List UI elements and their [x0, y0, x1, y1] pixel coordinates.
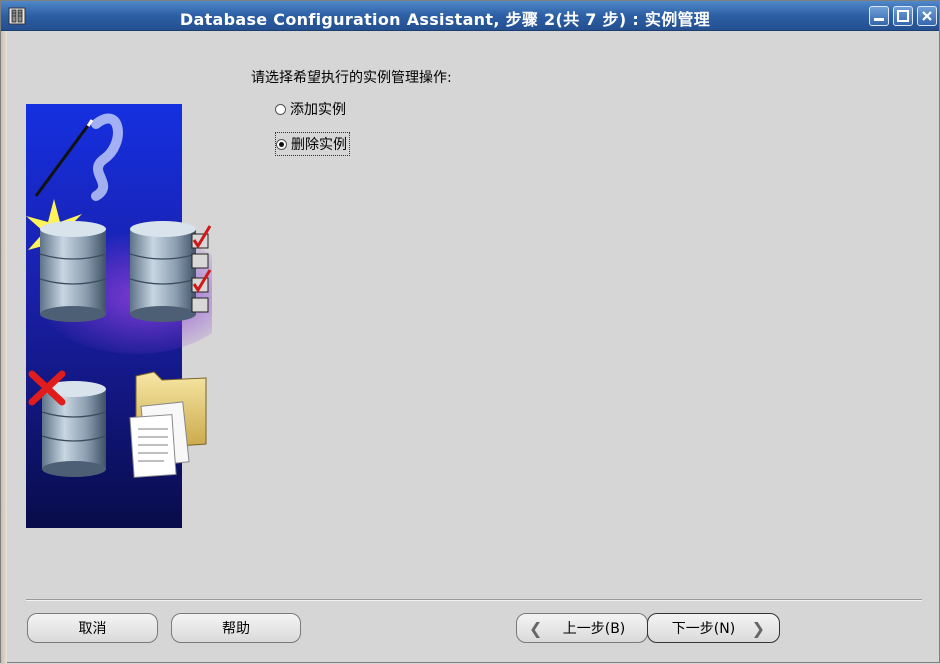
- maximize-icon: [897, 10, 909, 22]
- radio-button[interactable]: [275, 103, 286, 115]
- option-label: 删除实例: [291, 137, 347, 153]
- dialog-window: Database Configuration Assistant, 步骤 2(共…: [0, 0, 940, 664]
- option-label: 添加实例: [290, 102, 346, 118]
- back-button[interactable]: ❮ 上一步(B): [516, 613, 648, 643]
- close-button[interactable]: [917, 6, 937, 26]
- minimize-icon: [874, 18, 884, 21]
- cancel-label: 取消: [78, 621, 107, 637]
- help-button[interactable]: 帮助: [171, 613, 301, 643]
- minimize-button[interactable]: [869, 6, 889, 26]
- option-add-instance[interactable]: 添加实例: [275, 98, 346, 120]
- back-label: 上一步(B): [562, 621, 626, 637]
- footer-separator: [26, 599, 922, 601]
- chevron-left-icon: ❮: [529, 618, 543, 638]
- title-bar[interactable]: Database Configuration Assistant, 步骤 2(共…: [1, 1, 939, 31]
- window-left-border: [1, 31, 7, 664]
- radio-button-checked[interactable]: [276, 138, 287, 150]
- instruction-label: 请选择希望执行的实例管理操作:: [251, 70, 452, 86]
- chevron-right-icon: ❯: [751, 618, 765, 638]
- maximize-button[interactable]: [893, 6, 913, 26]
- next-button[interactable]: 下一步(N) ❯: [647, 613, 780, 643]
- window-title: Database Configuration Assistant, 步骤 2(共…: [179, 10, 711, 29]
- option-delete-instance[interactable]: 删除实例: [275, 132, 350, 156]
- next-label: 下一步(N): [671, 621, 736, 637]
- wizard-illustration: [26, 104, 212, 528]
- help-label: 帮助: [222, 621, 250, 637]
- cancel-button[interactable]: 取消: [27, 613, 158, 643]
- close-icon: [922, 11, 932, 21]
